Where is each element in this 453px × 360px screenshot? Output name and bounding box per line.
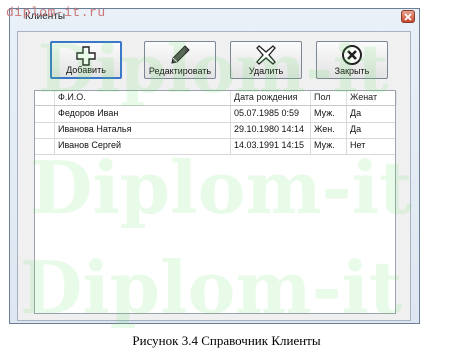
pencil-icon	[171, 45, 190, 64]
delete-button-label: Удалить	[248, 66, 284, 76]
edit-button[interactable]: Редактировать	[144, 41, 216, 79]
clients-table[interactable]: Ф.И.О. Дата рождения Пол Женат Федоров И…	[34, 90, 397, 314]
cell-married[interactable]: Да	[347, 122, 397, 138]
table-row[interactable]: Федоров Иван 05.07.1985 0:59 Муж. Да	[35, 106, 395, 123]
circle-close-icon	[342, 45, 362, 65]
cell-fio[interactable]: Федоров Иван	[55, 106, 231, 122]
plus-icon	[76, 46, 96, 66]
clients-window: Клиенты Добавить Редактировать Удалить З…	[9, 8, 420, 324]
column-header-fio[interactable]: Ф.И.О.	[55, 91, 231, 105]
figure-caption: Рисунок 3.4 Справочник Клиенты	[132, 333, 321, 348]
cell-married[interactable]: Нет	[347, 138, 397, 154]
row-selector[interactable]	[35, 122, 55, 138]
table-row[interactable]: Иванов Сергей 14.03.1991 14:15 Муж. Нет	[35, 138, 395, 155]
column-header-birthdate[interactable]: Дата рождения	[231, 91, 311, 105]
x-mark-icon	[256, 45, 276, 65]
close-button-label: Закрыть	[334, 66, 370, 76]
add-button-label: Добавить	[66, 65, 106, 75]
watermark-domain: diplom-it.ru	[6, 5, 106, 20]
row-selector[interactable]	[35, 106, 55, 122]
row-selector[interactable]	[35, 138, 55, 154]
cell-birthdate[interactable]: 14.03.1991 14:15	[231, 138, 311, 154]
cell-fio[interactable]: Иванов Сергей	[55, 138, 231, 154]
column-header-married[interactable]: Женат	[347, 91, 397, 105]
close-icon	[404, 12, 412, 21]
column-header-gender[interactable]: Пол	[311, 91, 347, 105]
cell-fio[interactable]: Иванова Наталья	[55, 122, 231, 138]
table-row[interactable]: Иванова Наталья 29.10.1980 14:14 Жен. Да	[35, 122, 395, 139]
close-button[interactable]: Закрыть	[316, 41, 388, 79]
cell-gender[interactable]: Муж.	[311, 106, 347, 122]
cell-married[interactable]: Да	[347, 106, 397, 122]
table-header: Ф.И.О. Дата рождения Пол Женат	[35, 91, 397, 106]
delete-button[interactable]: Удалить	[230, 41, 302, 79]
row-header-corner	[35, 91, 55, 105]
cell-birthdate[interactable]: 29.10.1980 14:14	[231, 122, 311, 138]
window-client-area: Добавить Редактировать Удалить Закрыть Ф…	[17, 31, 411, 321]
window-close-button[interactable]	[401, 10, 415, 23]
cell-gender[interactable]: Жен.	[311, 122, 347, 138]
cell-birthdate[interactable]: 05.07.1985 0:59	[231, 106, 311, 122]
cell-gender[interactable]: Муж.	[311, 138, 347, 154]
edit-button-label: Редактировать	[148, 66, 212, 76]
add-button[interactable]: Добавить	[50, 41, 122, 79]
